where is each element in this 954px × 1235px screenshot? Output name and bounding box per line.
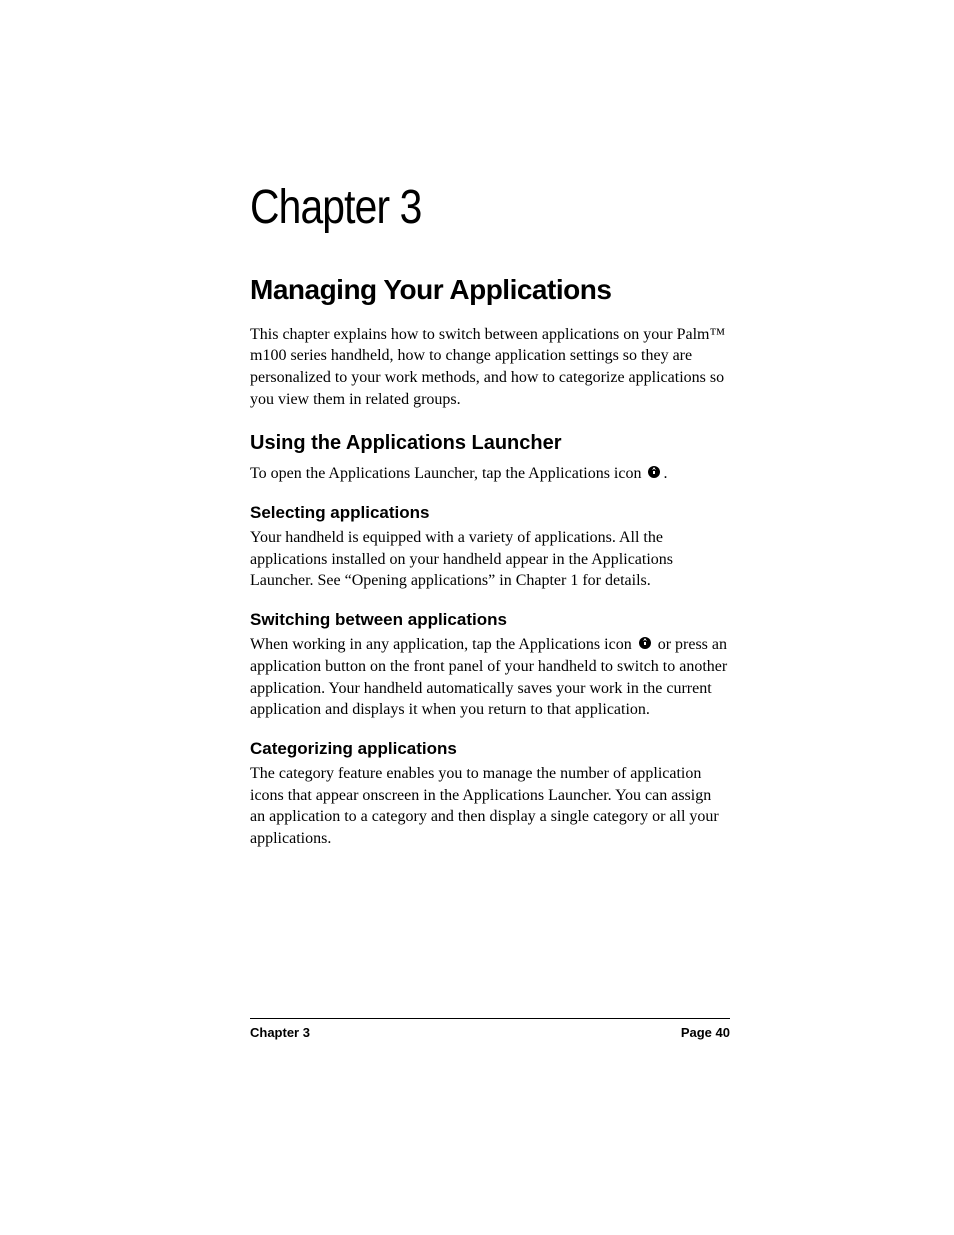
subsection-heading-selecting: Selecting applications (250, 503, 730, 523)
text-before-icon: To open the Applications Launcher, tap t… (250, 465, 645, 482)
chapter-title: Chapter 3 (250, 180, 658, 235)
main-heading: Managing Your Applications (250, 275, 730, 306)
footer-row: Chapter 3 Page 40 (250, 1025, 730, 1040)
text-before-icon: When working in any application, tap the… (250, 636, 636, 653)
footer-left: Chapter 3 (250, 1025, 310, 1040)
text-after-icon: . (663, 465, 667, 482)
footer-right: Page 40 (681, 1025, 730, 1040)
applications-icon (647, 464, 661, 486)
subsection-heading-categorizing: Categorizing applications (250, 739, 730, 759)
applications-icon (638, 635, 652, 657)
categorizing-body: The category feature enables you to mana… (250, 763, 730, 849)
launcher-intro: To open the Applications Launcher, tap t… (250, 463, 730, 485)
selecting-body: Your handheld is equipped with a variety… (250, 527, 730, 592)
section-heading-launcher: Using the Applications Launcher (250, 432, 730, 455)
subsection-heading-switching: Switching between applications (250, 610, 730, 630)
footer-rule (250, 1018, 730, 1019)
page-footer: Chapter 3 Page 40 (250, 1018, 730, 1040)
page-content: Chapter 3 Managing Your Applications Thi… (250, 180, 730, 857)
intro-paragraph: This chapter explains how to switch betw… (250, 324, 730, 410)
switching-body: When working in any application, tap the… (250, 634, 730, 721)
